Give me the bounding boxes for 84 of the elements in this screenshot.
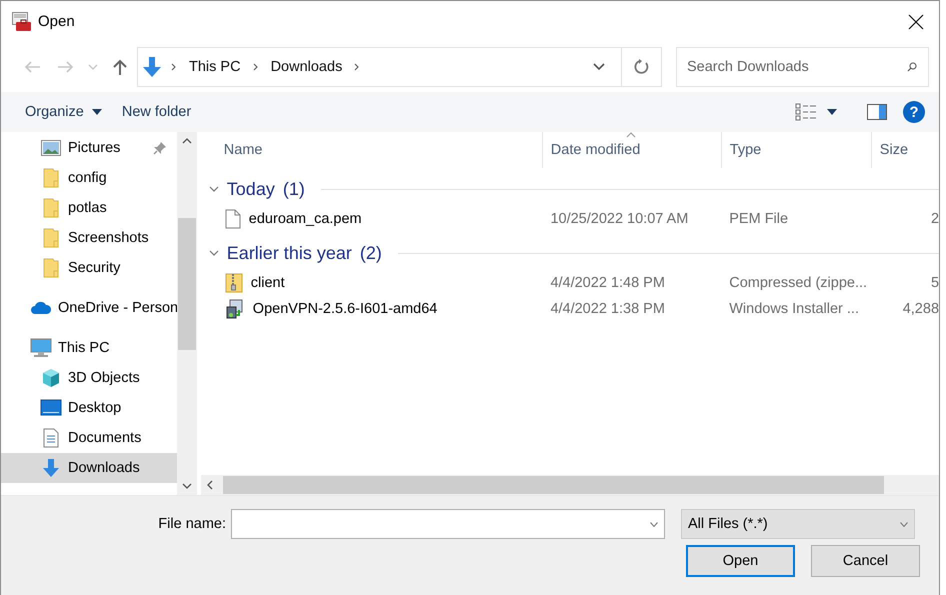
group-label: Earlier this year <box>226 242 352 264</box>
sidebar-item[interactable]: This PC <box>1 333 177 363</box>
scroll-down-icon <box>182 483 192 489</box>
file-name-label: File name: <box>157 516 227 532</box>
download-arrow-icon <box>41 458 61 478</box>
file-type-cell-text: Windows Installer ... <box>728 301 860 317</box>
file-size-cell-text: 4,288 <box>902 301 939 317</box>
sidebar-item[interactable]: Downloads <box>1 453 177 483</box>
window-title: Open <box>38 13 76 30</box>
date-modified-cell-text: 4/4/2022 1:48 PM <box>549 275 666 291</box>
sidebar-item[interactable]: Pictures <box>1 133 177 163</box>
file-size-cell-text: 5 <box>930 275 939 291</box>
sidebar-item[interactable]: potlas <box>1 193 177 223</box>
breadcrumb[interactable]: This PC <box>186 57 244 77</box>
document-icon <box>42 428 60 448</box>
sidebar-item[interactable]: Security <box>1 253 177 283</box>
group-label: Today <box>226 178 275 200</box>
cube-icon <box>41 368 61 388</box>
sidebar-item[interactable]: OneDrive - Person <box>1 293 177 323</box>
picture-icon <box>41 140 61 156</box>
caret-down-icon <box>827 109 837 115</box>
sidebar-item[interactable]: config <box>1 163 177 193</box>
details-view-icon <box>795 103 817 121</box>
close-icon <box>908 14 924 30</box>
dialog-button[interactable]: Cancel <box>811 545 920 577</box>
file-name[interactable]: eduroam_ca.pem <box>248 211 362 227</box>
sidebar-item[interactable]: Desktop <box>1 393 177 423</box>
monitor-icon <box>30 338 52 358</box>
forward-arrow-icon <box>57 59 75 75</box>
date-modified-cell-text: 10/25/2022 10:07 AM <box>549 211 690 227</box>
chevron-down-icon <box>900 522 908 526</box>
address-bar[interactable]: This PC Downloads <box>137 47 662 87</box>
download-arrow-icon <box>142 56 162 78</box>
back-arrow-icon <box>23 59 41 75</box>
scroll-up-icon <box>182 138 192 144</box>
breadcrumb[interactable]: Downloads <box>268 57 346 77</box>
horizontal-scrollbar[interactable] <box>200 475 939 495</box>
file-name[interactable]: OpenVPN-2.5.6-I601-amd64 <box>252 301 438 317</box>
file-size-cell-text: 2 <box>930 211 939 227</box>
file-type-cell-text: PEM File <box>728 211 790 227</box>
desktop-icon <box>40 399 62 417</box>
search-icon <box>907 62 917 72</box>
folder-icon <box>43 228 59 248</box>
search-field[interactable]: Search Downloads <box>676 47 929 87</box>
organize-button[interactable]: Organize <box>15 100 112 124</box>
date-modified-cell-text: 4/4/2022 1:38 PM <box>549 301 666 317</box>
chevron-down-icon <box>650 522 658 526</box>
column-header[interactable]: Date modified <box>542 132 722 168</box>
file-name[interactable]: client <box>250 275 285 291</box>
sidebar-item[interactable]: Documents <box>1 423 177 453</box>
folder-icon <box>43 258 59 278</box>
help-button[interactable]: ? <box>903 101 925 123</box>
scroll-left-icon <box>206 480 213 490</box>
refresh-icon <box>634 59 650 75</box>
chevron-down-icon[interactable] <box>208 184 219 194</box>
preview-pane-icon <box>867 104 887 120</box>
file-name-field[interactable] <box>231 509 665 539</box>
folder-icon <box>43 168 59 188</box>
chevron-right-icon <box>252 63 259 71</box>
chevron-right-icon <box>354 63 360 71</box>
caret-down-icon <box>92 109 102 115</box>
dialog-button[interactable]: Open <box>686 545 795 577</box>
column-header[interactable]: Type <box>722 132 872 168</box>
file-type-dropdown[interactable]: All Files (*.*) <box>681 509 915 539</box>
folder-icon <box>43 198 59 218</box>
file-icon <box>224 209 241 229</box>
new-folder-button[interactable]: New folder <box>112 100 202 124</box>
installer-icon <box>224 299 245 319</box>
group-count: (2) <box>360 242 382 264</box>
file-type-cell-text: Compressed (zippe... <box>728 275 868 291</box>
toolbox-icon <box>12 12 32 32</box>
column-header[interactable]: Name <box>200 132 543 168</box>
column-header[interactable]: Size <box>872 132 939 168</box>
chevron-down-icon <box>593 63 605 71</box>
cloud-icon <box>30 301 52 315</box>
group-count: (1) <box>282 178 305 200</box>
chevron-down-icon[interactable] <box>208 248 219 258</box>
up-arrow-icon <box>111 58 129 76</box>
chevron-right-icon <box>171 63 177 71</box>
sidebar-item[interactable]: 3D Objects <box>1 363 177 393</box>
sort-caret-icon <box>626 132 636 138</box>
vertical-scrollbar[interactable] <box>176 132 197 495</box>
sidebar-item[interactable]: Screenshots <box>1 223 177 253</box>
zip-folder-icon <box>224 273 243 293</box>
